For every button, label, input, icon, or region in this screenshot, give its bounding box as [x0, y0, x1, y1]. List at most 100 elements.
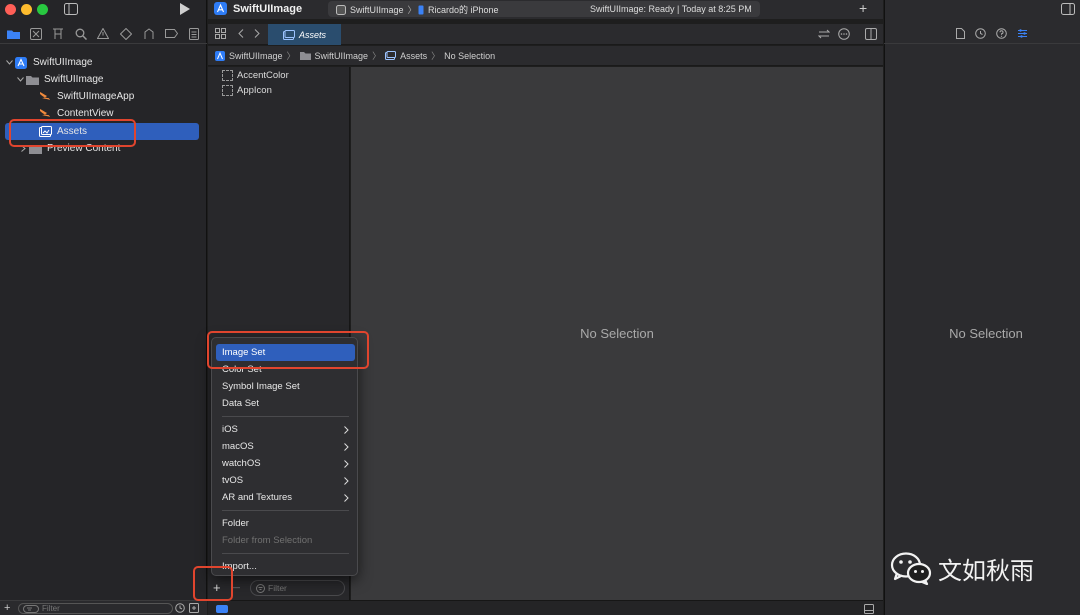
annotation-box-image-set — [207, 331, 369, 369]
chevron-right-icon — [344, 442, 349, 451]
attributes-inspector-icon[interactable] — [1017, 28, 1028, 39]
debug-area-toggle-icon[interactable] — [216, 605, 228, 613]
menu-item-import[interactable]: Import... — [216, 558, 355, 575]
watermark: 文如秋雨 — [890, 548, 1060, 588]
add-file-button[interactable]: + — [4, 602, 10, 614]
chevron-right-icon — [344, 459, 349, 468]
menu-item-tvos[interactable]: tvOS — [216, 472, 355, 489]
build-status: SwiftUIImage: Ready | Today at 8:25 PM — [590, 4, 752, 14]
chevron-down-icon[interactable] — [15, 77, 25, 82]
navigator-filter-field[interactable]: Filter — [18, 603, 173, 614]
asset-filter-field[interactable]: Filter — [250, 580, 345, 596]
tree-item-file[interactable]: SwiftUIImageApp — [28, 88, 134, 105]
scheme-selector[interactable]: SwiftUIImage 〉 — [336, 3, 417, 16]
help-inspector-icon[interactable] — [996, 28, 1007, 39]
swift-file-icon — [38, 91, 52, 103]
menu-item-ios[interactable]: iOS — [216, 421, 355, 438]
hide-debug-icon[interactable] — [864, 604, 874, 614]
device-selector[interactable]: Ricardo的 iPhone — [418, 3, 499, 16]
filter-placeholder: Filter — [268, 583, 287, 593]
file-inspector-icon[interactable] — [956, 28, 965, 39]
symbol-navigator-icon[interactable] — [50, 26, 66, 42]
filter-icon — [256, 583, 265, 593]
breadcrumb-item[interactable]: SwiftUIImage — [229, 51, 283, 61]
activity-view: SwiftUIImage 〉 Ricardo的 iPhone SwiftUIIm… — [328, 1, 760, 17]
tree-item-label: ContentView — [57, 108, 114, 119]
menu-separator — [222, 510, 349, 511]
menu-item-data-set[interactable]: Data Set — [216, 395, 355, 412]
breakpoint-icon[interactable] — [163, 26, 179, 42]
close-window-button[interactable] — [5, 4, 16, 15]
menu-item-folder-from-selection: Folder from Selection — [222, 535, 313, 546]
breadcrumb-item[interactable]: Assets — [400, 51, 427, 61]
chevron-right-icon — [344, 425, 349, 434]
forward-arrow-icon[interactable] — [254, 29, 260, 38]
sidebar-toggle-icon[interactable] — [64, 3, 78, 15]
menu-separator — [222, 416, 349, 417]
chevron-down-icon[interactable] — [4, 60, 14, 65]
tree-item-label: SwiftUIImageApp — [57, 91, 135, 102]
related-items-icon[interactable] — [215, 28, 226, 39]
inspector-panel — [884, 0, 1080, 615]
add-tab-button[interactable]: + — [859, 0, 867, 16]
color-set-icon — [222, 69, 233, 81]
menu-item-folder[interactable]: Folder — [216, 515, 355, 532]
inspector-tabs — [884, 24, 1080, 44]
asset-item[interactable]: AppIcon — [222, 83, 272, 97]
run-button[interactable] — [179, 3, 190, 15]
menu-item-watchos[interactable]: watchOS — [216, 455, 355, 472]
folder-icon — [299, 52, 311, 60]
more-options-icon[interactable] — [838, 28, 850, 40]
back-arrow-icon[interactable] — [238, 29, 244, 38]
report-navigator-icon[interactable] — [186, 26, 202, 42]
minimize-window-button[interactable] — [21, 4, 32, 15]
inspector-toggle-icon[interactable] — [1061, 3, 1075, 15]
debug-bar — [208, 600, 883, 615]
tree-item-project[interactable]: SwiftUIImage — [4, 54, 92, 71]
menu-item-symbol-image-set[interactable]: Symbol Image Set — [216, 378, 355, 395]
history-inspector-icon[interactable] — [975, 28, 986, 39]
watermark-text: 文如秋雨 — [938, 556, 1034, 585]
search-icon[interactable] — [73, 26, 89, 42]
wechat-logo-icon — [890, 552, 932, 585]
menu-separator — [222, 553, 349, 554]
warning-icon[interactable] — [95, 26, 111, 42]
swap-icon[interactable] — [818, 29, 830, 39]
menu-item-ar-textures[interactable]: AR and Textures — [216, 489, 355, 506]
editor-empty-message: No Selection — [580, 326, 654, 341]
navigator-selector-bar — [0, 24, 207, 44]
add-asset-context-menu: Image Set Color Set Symbol Image Set Dat… — [211, 337, 358, 576]
navigator-filter-bar: + Filter — [0, 600, 207, 615]
asset-catalog-icon — [282, 29, 295, 40]
breadcrumb: SwiftUIImage 〉 SwiftUIImage 〉 Assets 〉 N… — [208, 46, 883, 66]
app-project-icon — [14, 56, 28, 69]
tree-item-group[interactable]: SwiftUIImage — [15, 71, 103, 88]
inspector-empty-message: No Selection — [949, 326, 1023, 341]
tree-item-label: SwiftUIImage — [44, 74, 104, 85]
recent-files-icon[interactable] — [175, 603, 185, 613]
split-editor-icon[interactable] — [865, 28, 877, 40]
folder-icon — [25, 74, 39, 86]
filter-placeholder: Filter — [42, 604, 60, 613]
chevron-right-icon — [344, 476, 349, 485]
project-title: SwiftUIImage — [214, 2, 302, 15]
zoom-window-button[interactable] — [37, 4, 48, 15]
asset-item[interactable]: AccentColor — [222, 68, 289, 82]
breadcrumb-item[interactable]: SwiftUIImage — [315, 51, 369, 61]
swift-file-icon — [38, 108, 52, 120]
iphone-icon — [418, 5, 424, 14]
show-changed-icon[interactable] — [189, 603, 199, 613]
asset-catalog-icon — [385, 51, 397, 60]
scheme-icon — [336, 4, 346, 15]
app-icon-set-icon — [222, 84, 233, 96]
annotation-box-assets — [9, 119, 136, 147]
tab-assets[interactable]: Assets — [268, 24, 341, 45]
debug-navigator-icon[interactable] — [141, 26, 157, 42]
app-project-icon — [214, 2, 227, 15]
test-navigator-icon[interactable] — [118, 26, 134, 42]
source-control-icon[interactable] — [28, 26, 44, 42]
menu-item-macos[interactable]: macOS — [216, 438, 355, 455]
breadcrumb-item[interactable]: No Selection — [444, 51, 495, 61]
tree-item-label: SwiftUIImage — [33, 57, 93, 68]
project-navigator-folder-icon[interactable] — [5, 26, 21, 42]
